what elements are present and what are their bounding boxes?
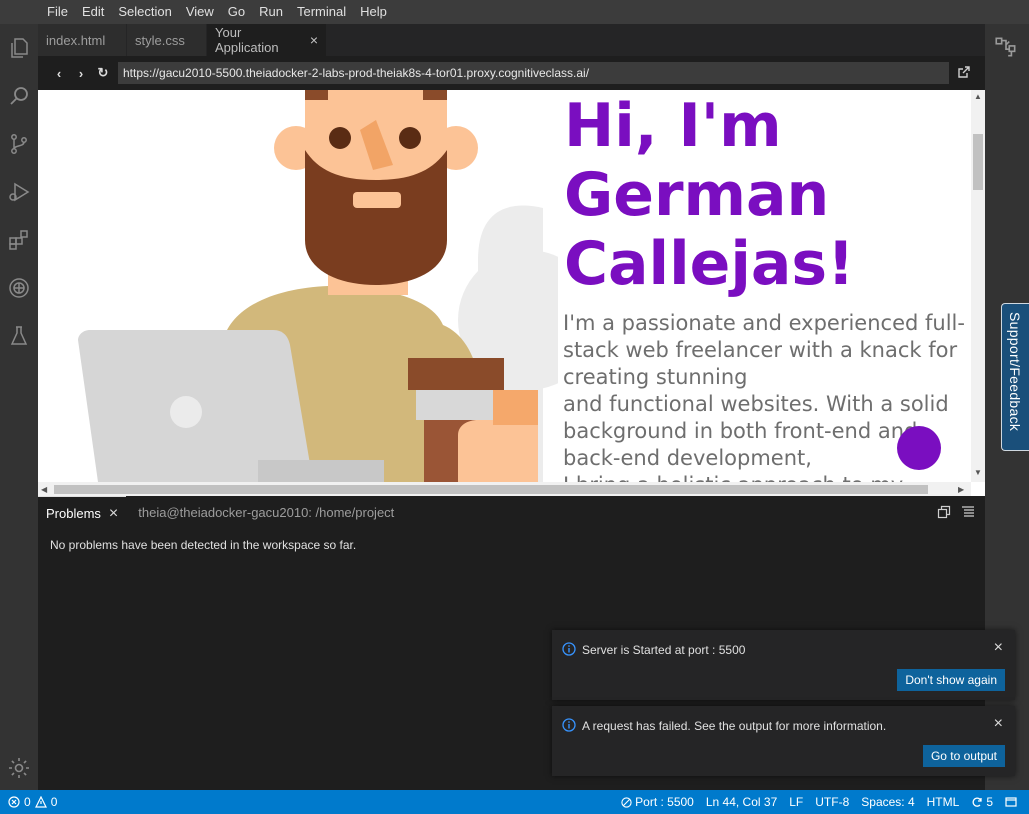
problems-status[interactable]: 0 0 (8, 790, 57, 814)
scroll-right-arrow-icon[interactable]: ▶ (958, 485, 964, 494)
vertical-scroll-thumb[interactable] (973, 134, 983, 190)
notification-request-failed: A request has failed. See the output for… (552, 706, 1015, 776)
status-right: Port : 5500 Ln 44, Col 37 LF UTF-8 Space… (609, 790, 1017, 814)
remote-explorer-icon[interactable] (5, 274, 33, 302)
hero-title: Hi, I'm German Callejas! (564, 92, 964, 299)
feedback-status[interactable] (1005, 796, 1017, 808)
scroll-left-arrow-icon[interactable]: ◀ (41, 485, 47, 494)
go-to-output-button[interactable]: Go to output (922, 745, 1005, 767)
horizontal-scroll-thumb[interactable] (54, 485, 928, 494)
outline-view-icon[interactable] (993, 34, 1019, 60)
settings-gear-icon[interactable] (5, 754, 33, 782)
intro-line: stack web freelancer with a knack for (563, 338, 958, 362)
menu-file[interactable]: File (40, 0, 75, 24)
testing-flask-icon[interactable] (5, 322, 33, 350)
tab-label: index.html (46, 32, 106, 48)
support-feedback-label: Support/Feedback (1007, 312, 1023, 432)
feedback-icon (1005, 797, 1017, 807)
tab-label: Your Application (215, 25, 279, 55)
editor-tab-bar: index.html style.css Your Application × (38, 24, 985, 56)
notification-server-started: Server is Started at port : 5500 × Don't… (552, 630, 1015, 700)
tab-terminal[interactable]: theia@theiadocker-gacu2010: /home/projec… (130, 496, 402, 529)
info-icon (562, 718, 576, 732)
language-mode[interactable]: HTML (927, 795, 960, 809)
floating-action-dot[interactable] (897, 426, 941, 470)
activity-bar (0, 24, 38, 790)
hero-illustration (78, 90, 558, 482)
notification-message: A request has failed. See the output for… (582, 719, 887, 733)
scroll-down-arrow-icon[interactable]: ▼ (974, 468, 982, 477)
restore-panel-icon[interactable] (937, 505, 951, 519)
port-status[interactable]: Port : 5500 (621, 795, 694, 809)
sync-status[interactable]: 5 (971, 795, 993, 809)
support-feedback-tab[interactable]: Support/Feedback (1001, 303, 1029, 451)
menu-bar: File Edit Selection View Go Run Terminal… (0, 0, 1029, 24)
hero-title-line: Callejas! (564, 229, 855, 299)
back-button[interactable]: ‹ (48, 62, 70, 84)
sync-count: 5 (986, 795, 993, 809)
status-bar: 0 0 Port : 5500 Ln 44, Col 37 LF UTF-8 S… (0, 790, 1029, 814)
forward-button[interactable]: › (70, 62, 92, 84)
run-debug-icon[interactable] (5, 178, 33, 206)
browser-preview: Hi, I'm German Callejas! I'm a passionat… (38, 90, 985, 496)
search-icon[interactable] (5, 82, 33, 110)
tab-problems[interactable]: Problems × (38, 496, 127, 530)
indentation[interactable]: Spaces: 4 (861, 795, 914, 809)
tab-close-icon[interactable]: × (310, 32, 318, 48)
notification-close-icon[interactable]: × (994, 715, 1003, 733)
end-of-line[interactable]: LF (789, 795, 803, 809)
notification-message: Server is Started at port : 5500 (582, 643, 746, 657)
tab-index-html[interactable]: index.html (38, 24, 127, 56)
intro-line: I'm a passionate and experienced full- (563, 311, 965, 335)
port-icon (621, 796, 632, 808)
sync-icon (972, 797, 982, 807)
warning-count: 0 (50, 795, 58, 809)
menu-go[interactable]: Go (221, 0, 252, 24)
tab-problems-close-icon[interactable]: × (109, 497, 118, 530)
error-count: 0 (24, 795, 31, 809)
tab-terminal-label: theia@theiadocker-gacu2010: /home/projec… (138, 505, 395, 520)
menu-help[interactable]: Help (353, 0, 394, 24)
tab-label: style.css (135, 32, 185, 48)
menu-terminal[interactable]: Terminal (290, 0, 353, 24)
hero-title-line: German (564, 160, 830, 230)
cursor-position[interactable]: Ln 44, Col 37 (706, 795, 777, 809)
intro-line: and functional websites. With a solid (563, 392, 949, 416)
menu-run[interactable]: Run (252, 0, 290, 24)
menu-selection[interactable]: Selection (111, 0, 178, 24)
tab-problems-label: Problems (46, 505, 101, 521)
warning-icon (34, 796, 47, 808)
tab-style-css[interactable]: style.css (127, 24, 207, 56)
port-label: Port : 5500 (635, 795, 694, 809)
encoding[interactable]: UTF-8 (815, 795, 849, 809)
open-external-icon[interactable] (956, 64, 972, 80)
vertical-scrollbar[interactable]: ▲ ▼ (971, 90, 985, 482)
source-control-icon[interactable] (5, 130, 33, 158)
tab-your-application[interactable]: Your Application × (207, 24, 327, 56)
panel-actions (937, 505, 975, 519)
intro-line: creating stunning (563, 365, 748, 389)
panel-tab-bar: Problems × theia@theiadocker-gacu2010: /… (38, 496, 985, 529)
notification-close-icon[interactable]: × (994, 639, 1003, 657)
extensions-icon[interactable] (5, 226, 33, 254)
menu-view[interactable]: View (179, 0, 221, 24)
hero-title-line: Hi, I'm (564, 91, 782, 161)
scroll-up-arrow-icon[interactable]: ▲ (974, 92, 982, 101)
mini-browser-toolbar: ‹ › ↻ https://gacu2010-5500.theiadocker-… (38, 56, 985, 90)
menu-edit[interactable]: Edit (75, 0, 111, 24)
explorer-icon[interactable] (5, 34, 33, 62)
problems-message: No problems have been detected in the wo… (50, 538, 357, 552)
error-icon (8, 796, 20, 808)
horizontal-scrollbar[interactable]: ◀ ▶ (38, 482, 971, 496)
reload-button[interactable]: ↻ (92, 62, 114, 84)
dont-show-again-button[interactable]: Don't show again (897, 669, 1005, 691)
url-input[interactable]: https://gacu2010-5500.theiadocker-2-labs… (118, 62, 949, 84)
info-icon (562, 642, 576, 656)
collapse-all-icon[interactable] (961, 505, 975, 519)
